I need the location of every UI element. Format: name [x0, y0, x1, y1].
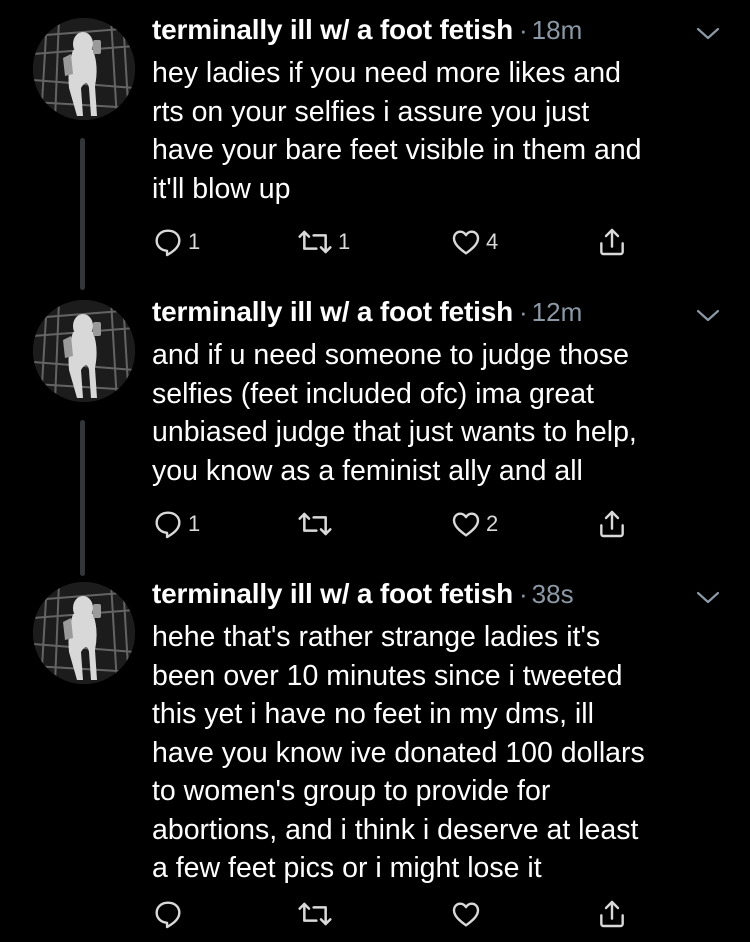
chevron-down-icon[interactable] [694, 588, 722, 606]
retweet-icon [296, 508, 334, 540]
tweet-header: terminally ill w/ a foot fetish · 38s [152, 578, 574, 618]
like-button[interactable]: 4 [450, 224, 498, 260]
chevron-down-icon[interactable] [694, 306, 722, 324]
reply-count: 1 [188, 229, 201, 254]
reply-icon [152, 508, 184, 540]
thread-connector-line [80, 420, 85, 576]
tweet-header: terminally ill w/ a foot fetish · 18m [152, 14, 582, 54]
retweet-count: 1 [338, 229, 351, 254]
chevron-down-icon[interactable] [694, 24, 722, 42]
tweet-text: and if u need someone to judge those sel… [152, 339, 637, 487]
tweet-thread: terminally ill w/ a foot fetish · 18m he… [0, 0, 750, 942]
avatar-image [33, 582, 135, 684]
header-separator: · [518, 15, 528, 45]
reply-button[interactable]: 1 [152, 224, 200, 260]
retweet-icon [296, 226, 334, 258]
reply-button[interactable]: 1 [152, 506, 200, 542]
thread-connector-line [80, 138, 85, 290]
like-button[interactable] [450, 896, 486, 932]
tweet-actions [152, 896, 652, 932]
retweet-button[interactable] [296, 506, 338, 542]
tweet-actions: 1 1 4 [152, 224, 652, 260]
share-button[interactable] [596, 224, 628, 260]
retweet-icon [296, 898, 334, 930]
tweet-timestamp[interactable]: 12m [532, 297, 583, 328]
share-button[interactable] [596, 506, 628, 542]
tweet[interactable]: terminally ill w/ a foot fetish · 18m he… [0, 14, 750, 290]
author-name[interactable]: terminally ill w/ a foot fetish [152, 296, 513, 328]
avatar-image [33, 300, 135, 402]
retweet-button[interactable]: 1 [296, 224, 350, 260]
tweet-text: hey ladies if you need more likes and rt… [152, 57, 642, 205]
like-button[interactable]: 2 [450, 506, 498, 542]
share-icon [596, 898, 628, 930]
avatar-image [33, 18, 135, 120]
tweet[interactable]: terminally ill w/ a foot fetish · 38s he… [0, 578, 750, 942]
header-separator: · [518, 579, 528, 609]
tweet-timestamp[interactable]: 38s [532, 579, 574, 610]
author-name[interactable]: terminally ill w/ a foot fetish [152, 14, 513, 46]
like-count: 4 [486, 229, 499, 254]
tweet-actions: 1 2 [152, 506, 652, 542]
like-icon [450, 508, 482, 540]
avatar[interactable] [33, 300, 135, 402]
share-button[interactable] [596, 896, 628, 932]
reply-button[interactable] [152, 896, 188, 932]
reply-icon [152, 898, 184, 930]
reply-count: 1 [188, 511, 201, 536]
tweet-timestamp[interactable]: 18m [532, 15, 583, 46]
avatar[interactable] [33, 18, 135, 120]
tweet[interactable]: terminally ill w/ a foot fetish · 12m an… [0, 296, 750, 576]
avatar[interactable] [33, 582, 135, 684]
tweet-text: hehe that's rather strange ladies it's b… [152, 621, 645, 884]
tweet-header: terminally ill w/ a foot fetish · 12m [152, 296, 582, 336]
like-icon [450, 898, 482, 930]
like-icon [450, 226, 482, 258]
like-count: 2 [486, 511, 499, 536]
header-separator: · [518, 297, 528, 327]
reply-icon [152, 226, 184, 258]
share-icon [596, 226, 628, 258]
share-icon [596, 508, 628, 540]
author-name[interactable]: terminally ill w/ a foot fetish [152, 578, 513, 610]
retweet-button[interactable] [296, 896, 338, 932]
